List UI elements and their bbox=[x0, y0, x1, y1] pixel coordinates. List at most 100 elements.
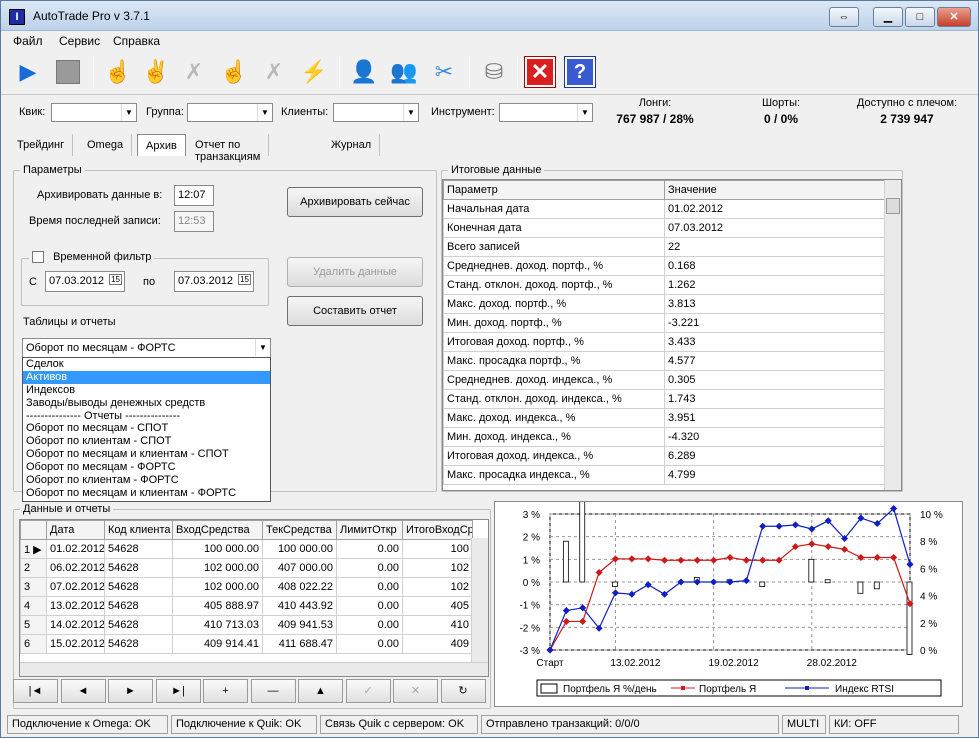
next-record-button[interactable]: ► bbox=[108, 679, 153, 703]
dropdown-option[interactable]: Оборот по клиентам - ФОРТС bbox=[23, 474, 270, 487]
add-record-button[interactable]: + bbox=[203, 679, 248, 703]
last-record-button[interactable]: ►| bbox=[155, 679, 201, 703]
col-client-code[interactable]: Код клиента bbox=[104, 520, 173, 540]
right-tick-label: 6 % bbox=[920, 564, 937, 575]
table-row[interactable]: Мин. доход. портф., % -3.221 bbox=[443, 313, 886, 333]
dropdown-option[interactable]: Оборот по месяцам - ФОРТС bbox=[23, 461, 270, 474]
table-row[interactable]: 1 ▶ 01.02.2012 54628 100 000.00 100 000.00 0.… bbox=[20, 539, 473, 559]
hand-coin-icon[interactable]: ☝ bbox=[217, 55, 251, 89]
hand-two-icon[interactable]: ✌ bbox=[139, 55, 173, 89]
bar-mark bbox=[824, 579, 831, 584]
table-row[interactable]: 6 15.02.2012 54628 409 914.41 411 688.47 0.00… bbox=[20, 634, 473, 654]
clients-combo[interactable]: ▼ bbox=[333, 103, 419, 122]
dropdown-option[interactable]: Сделок bbox=[23, 358, 270, 371]
instrument-combo[interactable]: ▼ bbox=[499, 103, 593, 122]
dropdown-option[interactable]: Оборот по месяцам - СПОТ bbox=[23, 422, 270, 435]
table-row[interactable]: 5 14.02.2012 54628 410 713.03 409 941.53 0.00… bbox=[20, 615, 473, 635]
maximize-button[interactable]: □ bbox=[905, 7, 935, 27]
exit-icon[interactable]: ✕ bbox=[523, 55, 557, 89]
time-filter-checkbox[interactable] bbox=[32, 251, 44, 264]
refresh-button[interactable]: ↻ bbox=[440, 679, 486, 703]
summary-value: 0.168 bbox=[664, 256, 886, 276]
stop-icon[interactable] bbox=[51, 55, 85, 89]
group-combo[interactable]: ▼ bbox=[187, 103, 273, 122]
col-cur-funds[interactable]: ТекСредства bbox=[262, 520, 337, 540]
tab-trading[interactable]: Трейдинг bbox=[9, 134, 74, 156]
table-row[interactable]: 2 06.02.2012 54628 102 000.00 407 000.00 0.00… bbox=[20, 558, 473, 578]
play-icon[interactable]: ▶ bbox=[11, 55, 45, 89]
summary-scrollbar[interactable] bbox=[884, 180, 901, 490]
table-row[interactable]: 3 07.02.2012 54628 102 000.00 408 022.22 0.00… bbox=[20, 577, 473, 597]
table-row[interactable]: 4 13.02.2012 54628 405 888.97 410 443.92 0.00… bbox=[20, 596, 473, 616]
data-hscrollbar[interactable] bbox=[20, 662, 488, 676]
table-row[interactable]: Макс. просадка портф., % 4.577 bbox=[443, 351, 886, 371]
col-total-in[interactable]: ИтогоВходСр bbox=[402, 520, 473, 540]
hand-one-icon[interactable]: ☝ bbox=[101, 55, 135, 89]
menu-service[interactable]: Сервис bbox=[59, 34, 100, 48]
delete-record-button[interactable]: — bbox=[250, 679, 296, 703]
tools-icon[interactable]: ✂ bbox=[427, 55, 461, 89]
minimize-button[interactable]: ▁ bbox=[873, 7, 903, 27]
table-row[interactable]: Конечная дата 07.03.2012 bbox=[443, 218, 886, 238]
data-vscrollbar[interactable] bbox=[471, 538, 488, 663]
report-select[interactable]: Оборот по месяцам - ФОРТС ▼ bbox=[22, 338, 271, 358]
table-cell: 409 bbox=[402, 634, 473, 654]
bar-mark bbox=[612, 581, 618, 587]
to-date-input[interactable]: 07.03.2012 15 bbox=[174, 271, 254, 292]
tab-omega[interactable]: Omega bbox=[79, 134, 133, 156]
table-row[interactable]: Макс. доход. портф., % 3.813 bbox=[443, 294, 886, 314]
database-icon[interactable]: ⛁ bbox=[477, 55, 511, 89]
dropdown-option[interactable]: Заводы/выводы денежных средств bbox=[23, 397, 270, 410]
menu-file[interactable]: Файл bbox=[13, 34, 43, 48]
edit-record-button[interactable]: ▲ bbox=[298, 679, 343, 703]
calendar-icon[interactable]: 15 bbox=[238, 274, 251, 285]
from-date-input[interactable]: 07.03.2012 15 bbox=[45, 271, 125, 292]
col-date[interactable]: Дата bbox=[46, 520, 105, 540]
user-icon[interactable]: 👤 bbox=[347, 55, 381, 89]
menu-help[interactable]: Справка bbox=[113, 34, 160, 48]
kvik-combo[interactable]: ▼ bbox=[51, 103, 137, 122]
users-icon[interactable]: 👥 bbox=[387, 55, 421, 89]
hand-cross-icon[interactable]: ✗ bbox=[177, 55, 211, 89]
tab-transactions[interactable]: Отчет по транзакциям bbox=[187, 134, 270, 163]
dropdown-option[interactable]: Оборот по клиентам - СПОТ bbox=[23, 435, 270, 448]
col-limit[interactable]: ЛимитОткр bbox=[336, 520, 403, 540]
table-row[interactable]: Начальная дата 01.02.2012 bbox=[443, 199, 886, 219]
dropdown-option[interactable]: --------------- Отчеты --------------- bbox=[23, 410, 270, 423]
table-row[interactable]: Итоговая доход. портф., % 3.433 bbox=[443, 332, 886, 352]
dropdown-option[interactable]: Оборот по месяцам и клиентам - ФОРТС bbox=[23, 487, 270, 500]
table-row[interactable]: Станд. отклон. доход. индекса., % 1.743 bbox=[443, 389, 886, 409]
restore-arrows-button[interactable]: ⇔ bbox=[829, 7, 859, 27]
tables-reports-label: Таблицы и отчеты bbox=[23, 316, 116, 328]
dropdown-option[interactable]: Оборот по месяцам и клиентам - СПОТ bbox=[23, 448, 270, 461]
calendar-icon[interactable]: 15 bbox=[109, 274, 122, 285]
archive-time-input[interactable]: 12:07 bbox=[174, 185, 214, 206]
cross-coin-icon[interactable]: ✗ bbox=[257, 55, 291, 89]
table-row[interactable]: Мин. доход. индекса., % -4.320 bbox=[443, 427, 886, 447]
prev-record-button[interactable]: ◄ bbox=[60, 679, 106, 703]
dropdown-option[interactable]: Активов bbox=[23, 370, 270, 384]
table-row[interactable]: Итоговая доход. индекса., % 6.289 bbox=[443, 446, 886, 466]
table-cell: 54628 bbox=[104, 558, 173, 578]
make-report-button[interactable]: Составить отчет bbox=[287, 296, 423, 326]
archive-now-button[interactable]: Архивировать сейчас bbox=[287, 187, 423, 217]
table-row[interactable]: Всего записей 22 bbox=[443, 237, 886, 257]
to-label: по bbox=[143, 276, 156, 288]
instrument-label: Инструмент: bbox=[431, 106, 495, 118]
lightning-icon[interactable]: ⚡ bbox=[297, 55, 331, 89]
table-row[interactable]: Среднеднев. доход. индекса., % 0.305 bbox=[443, 370, 886, 390]
table-row[interactable]: Макс. просадка индекса., % 4.799 bbox=[443, 465, 886, 485]
left-tick-label: 2 % bbox=[523, 533, 540, 544]
first-record-button[interactable]: |◄ bbox=[13, 679, 58, 703]
close-button[interactable]: ✕ bbox=[937, 7, 971, 27]
summary-col-param[interactable]: Параметр bbox=[443, 180, 665, 200]
dropdown-option[interactable]: Индексов bbox=[23, 384, 270, 397]
table-row[interactable]: Макс. доход. индекса., % 3.951 bbox=[443, 408, 886, 428]
table-row[interactable]: Станд. отклон. доход. портф., % 1.262 bbox=[443, 275, 886, 295]
col-in-funds[interactable]: ВходСредства bbox=[172, 520, 263, 540]
tab-archive[interactable]: Архив bbox=[137, 134, 186, 156]
table-row[interactable]: Среднеднев. доход. портф., % 0.168 bbox=[443, 256, 886, 276]
help-icon[interactable]: ? bbox=[563, 55, 597, 89]
summary-col-value[interactable]: Значение bbox=[664, 180, 886, 200]
tab-journal[interactable]: Журнал bbox=[323, 134, 381, 156]
